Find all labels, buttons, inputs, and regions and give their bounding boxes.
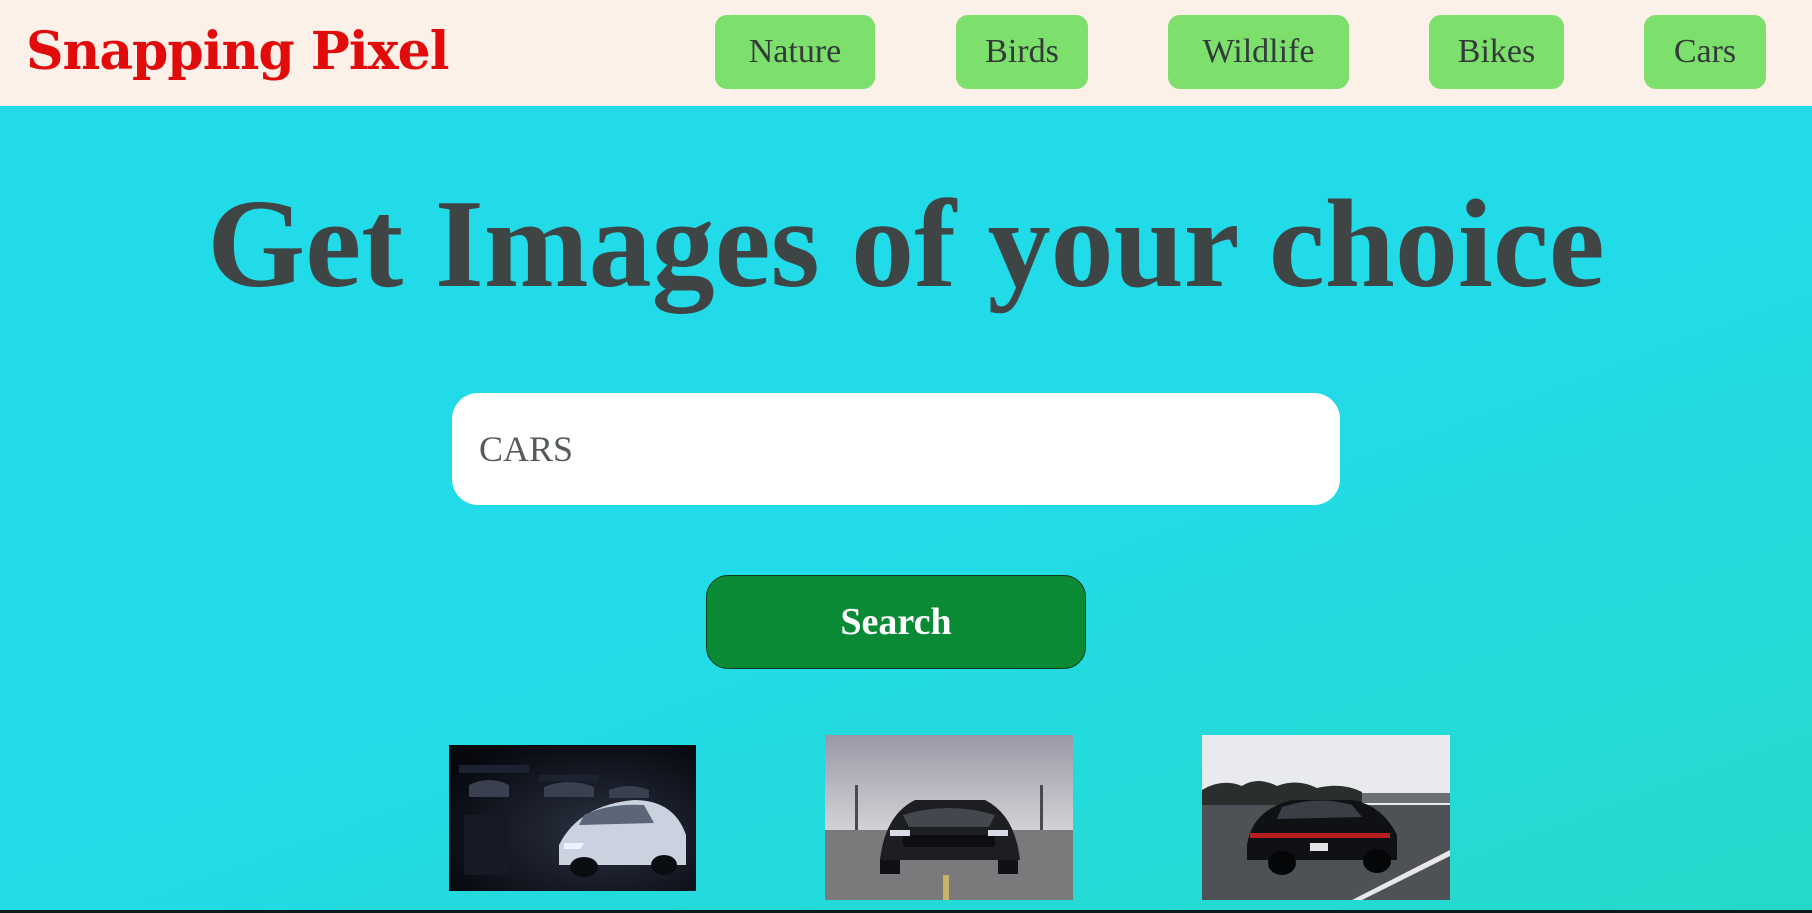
nav-button-wildlife[interactable]: Wildlife	[1168, 15, 1349, 89]
search-input[interactable]	[452, 393, 1340, 505]
page-headline: Get Images of your choice	[207, 175, 1605, 314]
brand-logo-text[interactable]: Snapping Pixel	[26, 16, 449, 88]
nav-button-nature[interactable]: Nature	[715, 15, 875, 89]
car-photo-icon	[1202, 735, 1450, 900]
result-image-2[interactable]	[825, 735, 1073, 900]
nav-button-cars[interactable]: Cars	[1644, 15, 1766, 89]
car-photo-icon	[449, 745, 696, 891]
result-image-3[interactable]	[1202, 735, 1450, 900]
nav-button-bikes[interactable]: Bikes	[1429, 15, 1564, 89]
result-image-1[interactable]	[449, 745, 696, 891]
car-photo-icon	[825, 735, 1073, 900]
nav-button-birds[interactable]: Birds	[956, 15, 1088, 89]
top-navbar: Snapping Pixel Nature Birds Wildlife Bik…	[0, 0, 1812, 106]
search-button[interactable]: Search	[706, 575, 1086, 669]
